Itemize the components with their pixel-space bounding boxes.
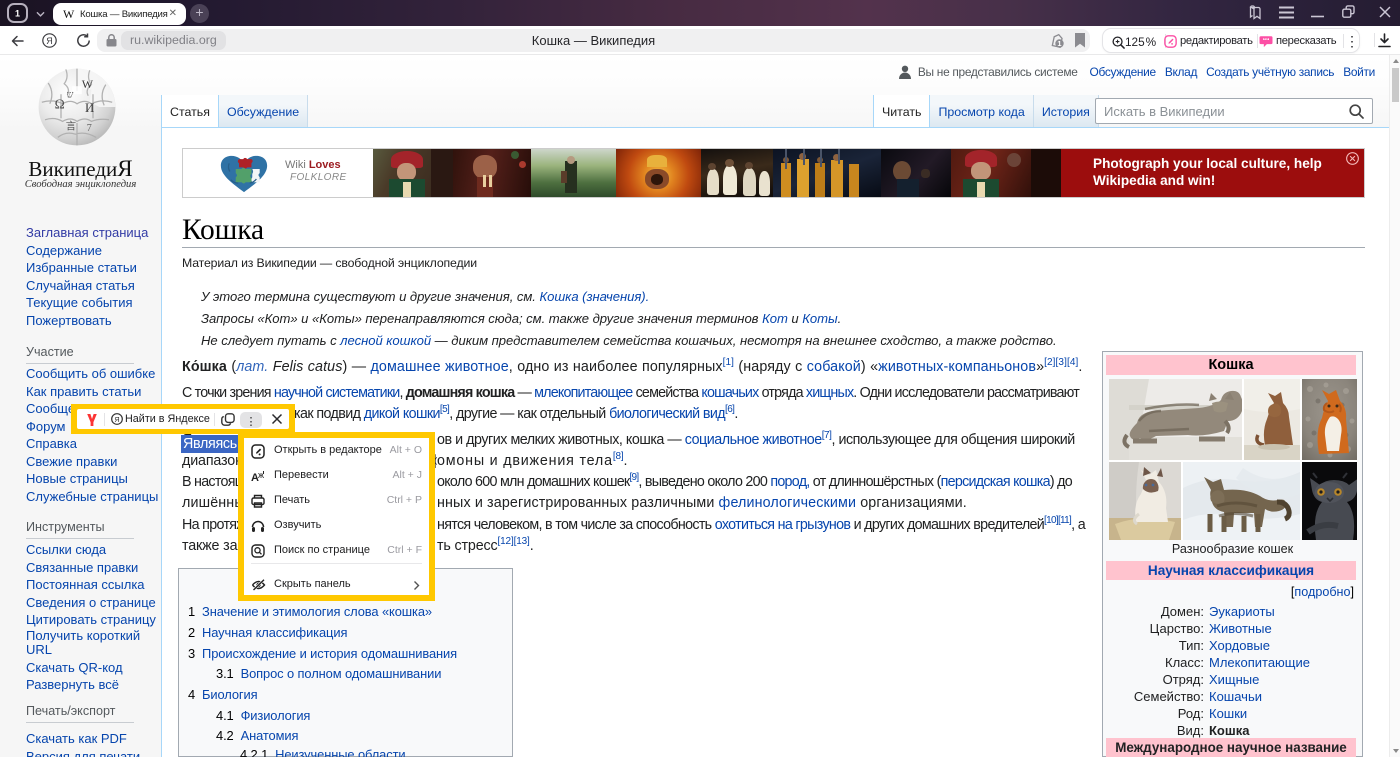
svg-text:““: ““ [1263,38,1269,45]
svg-text:И: И [85,101,94,115]
svg-text:ש: ש [67,89,74,100]
svg-text:1: 1 [1057,39,1061,48]
svg-text:1: 1 [15,9,20,19]
svg-text:Я: Я [46,36,53,46]
svg-text:言: 言 [66,119,76,132]
svg-text:7: 7 [87,123,92,134]
svg-text:Я: Я [114,415,119,424]
svg-text:Ω: Ω [55,97,65,112]
